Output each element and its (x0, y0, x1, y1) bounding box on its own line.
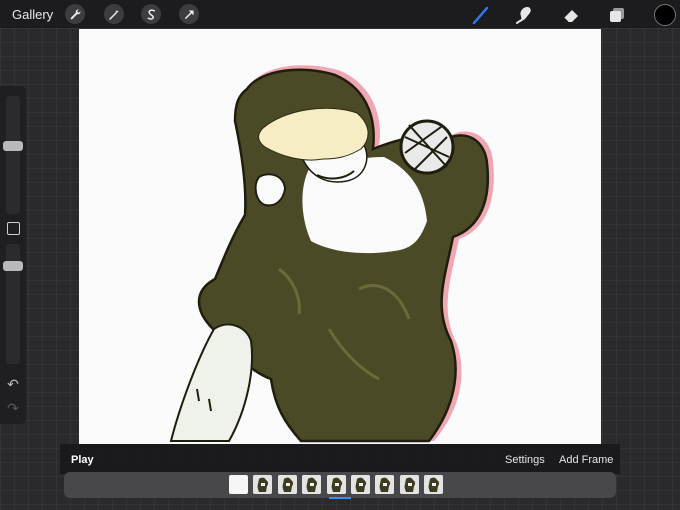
transform-arrow-icon[interactable] (179, 4, 199, 24)
settings-button[interactable]: Settings (505, 454, 545, 466)
selection-icon[interactable] (141, 4, 161, 24)
animation-frame[interactable] (400, 475, 419, 494)
color-picker-swatch[interactable] (654, 4, 676, 26)
animation-frame[interactable] (327, 475, 346, 494)
opacity-thumb[interactable] (3, 261, 23, 271)
wrench-icon[interactable] (65, 4, 85, 24)
brush-size-slider[interactable] (6, 96, 20, 214)
layers-icon[interactable] (606, 4, 628, 26)
animation-frame[interactable] (424, 475, 443, 494)
character-artwork (169, 65, 494, 443)
top-toolbar: Gallery (0, 0, 680, 28)
modify-button[interactable] (7, 222, 20, 235)
undo-icon[interactable]: ↶ (5, 376, 21, 392)
animation-frame[interactable] (375, 475, 394, 494)
smudge-icon[interactable] (513, 4, 535, 26)
magic-wand-icon[interactable] (104, 4, 124, 24)
add-frame-button[interactable]: Add Frame (559, 454, 613, 466)
brush-size-thumb[interactable] (3, 141, 23, 152)
redo-icon[interactable]: ↷ (5, 400, 21, 416)
gallery-button[interactable]: Gallery (12, 7, 53, 22)
drawing-canvas[interactable] (79, 29, 601, 444)
animation-frame[interactable] (351, 475, 370, 494)
animation-frame[interactable] (253, 475, 272, 494)
animation-frame[interactable] (229, 475, 248, 494)
brush-icon[interactable] (469, 4, 491, 26)
eraser-icon[interactable] (560, 4, 582, 26)
play-button[interactable]: Play (71, 454, 94, 466)
animation-frame[interactable] (278, 475, 297, 494)
left-sidebar: ↶ ↷ (0, 86, 26, 424)
selected-frame-indicator (329, 497, 351, 499)
animation-frame[interactable] (302, 475, 321, 494)
